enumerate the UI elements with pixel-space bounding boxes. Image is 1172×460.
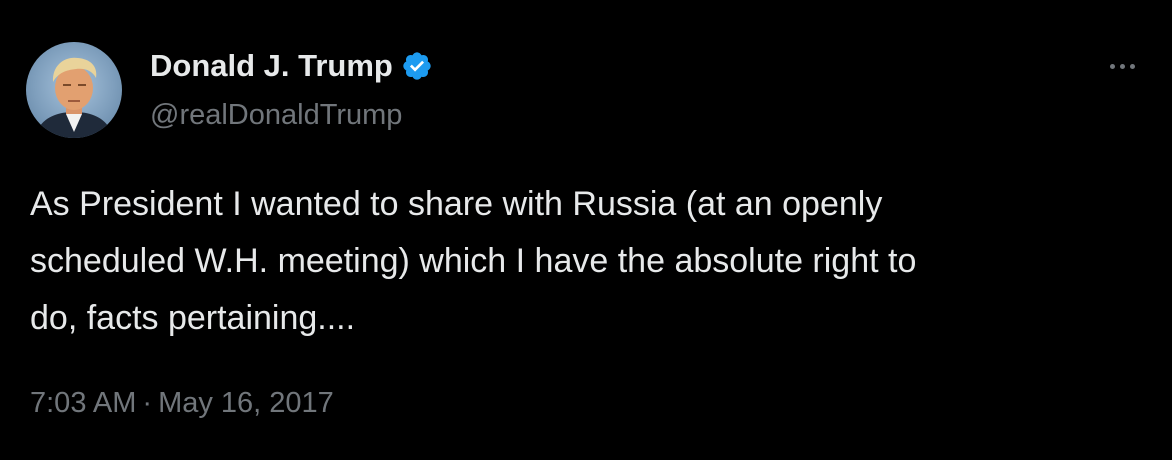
author-handle[interactable]: @realDonaldTrump (150, 99, 402, 132)
tweet-text-line: do, facts pertaining.... (30, 299, 356, 337)
tweet-text: As President I wanted to share with Russ… (30, 176, 1140, 347)
more-dot (1129, 63, 1135, 69)
avatar[interactable] (26, 42, 122, 138)
verified-badge-icon[interactable] (401, 50, 433, 82)
tweet-card: Donald J. Trump @realDonaldTrump As Pres… (0, 0, 1172, 460)
tweet-text-line: As President I wanted to share with Russ… (30, 185, 883, 223)
more-options-icon[interactable] (1100, 52, 1144, 80)
tweet-timestamp[interactable]: 7:03 AM · May 16, 2017 (30, 387, 334, 420)
more-dot (1109, 63, 1115, 69)
avatar-portrait (34, 57, 114, 138)
tweet-text-line: scheduled W.H. meeting) which I have the… (30, 242, 917, 280)
tweet-date: May 16, 2017 (158, 387, 334, 419)
more-dot (1119, 63, 1125, 69)
author-name[interactable]: Donald J. Trump (150, 48, 433, 84)
tweet-time: 7:03 AM (30, 387, 137, 419)
timestamp-separator: · (142, 387, 153, 419)
author-name-text: Donald J. Trump (150, 48, 393, 83)
